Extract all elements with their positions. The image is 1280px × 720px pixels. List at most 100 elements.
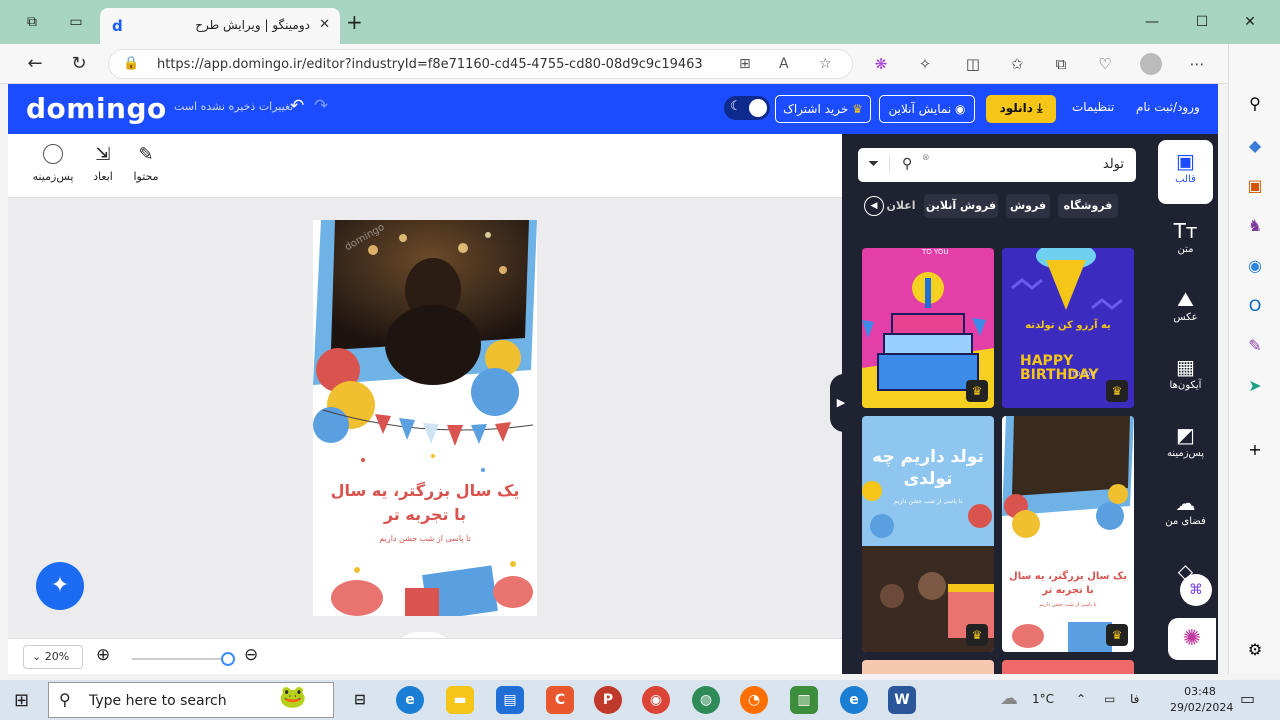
search-icon[interactable]: ⚲ xyxy=(902,156,912,172)
notifications-icon[interactable]: ▭ xyxy=(1240,689,1255,708)
microsoft365-icon[interactable]: ◉ xyxy=(1243,254,1267,278)
taskbar-search[interactable]: ⚲ Type here to search 🐸 xyxy=(48,682,334,718)
outlook-icon[interactable]: O xyxy=(1243,294,1267,318)
clear-search-icon[interactable]: ⊗ xyxy=(922,153,930,163)
dark-mode-toggle[interactable]: ☾ xyxy=(724,96,770,120)
favorites-icon[interactable]: ✩ xyxy=(1006,54,1028,74)
close-tab-icon[interactable]: ✕ xyxy=(319,17,330,32)
nav-template[interactable]: ▣ قالب xyxy=(1158,140,1213,204)
taskbar-clock[interactable]: 03:48 29/02/2024 xyxy=(1170,684,1233,716)
language-indicator[interactable]: فا xyxy=(1130,692,1139,706)
chip-announcement[interactable]: اعلان xyxy=(886,194,916,218)
background-tool[interactable]: پس‌زمینه xyxy=(28,144,78,183)
refresh-button[interactable]: ↻ xyxy=(68,53,90,75)
search-input[interactable]: تولد xyxy=(1103,157,1124,172)
lock-icon[interactable]: 🔒 xyxy=(123,56,139,71)
redo-icon[interactable]: ↷ xyxy=(314,96,328,116)
address-bar[interactable]: 🔒 https://app.domingo.ir/editor?industry… xyxy=(108,49,853,79)
design-subline[interactable]: تا پاسی از شب جشن داریم xyxy=(313,534,537,543)
filter-icon[interactable]: ⏷ xyxy=(868,156,891,172)
buy-subscription-button[interactable]: ♛ خرید اشتراک xyxy=(775,95,871,123)
content-tool[interactable]: ✎ محتوا xyxy=(121,144,171,183)
app-available-icon[interactable]: ⊞ xyxy=(739,56,751,72)
extension-colorful-icon[interactable]: ❋ xyxy=(870,54,892,74)
template-thumb-selected-design[interactable]: یک سال بزرگتر، یه سال با تجربه تر تا پاس… xyxy=(1002,416,1134,652)
split-screen-icon[interactable]: ◫ xyxy=(962,54,984,74)
maximize-button[interactable]: ☐ xyxy=(1192,12,1212,32)
games-icon[interactable]: ♞ xyxy=(1243,214,1267,238)
back-button[interactable]: ← xyxy=(24,53,46,75)
profile-avatar[interactable] xyxy=(1140,53,1162,75)
template-thumb-icecream[interactable]: یه آرزو کن تولدته HAPPY BIRTHDAY TO YOU … xyxy=(1002,248,1134,408)
nav-background[interactable]: ◩ پس‌زمینه xyxy=(1158,422,1213,459)
login-link[interactable]: ورود/ثبت نام xyxy=(1136,100,1200,114)
send-icon[interactable]: ➤ xyxy=(1243,374,1267,398)
template-thumb-cake[interactable]: TO YOU ♛ xyxy=(862,248,994,408)
toolbox-icon[interactable]: ▣ xyxy=(1243,174,1267,198)
edge-profile-icon[interactable]: e xyxy=(840,686,868,714)
browser-essentials-icon[interactable]: ♡ xyxy=(1094,54,1116,74)
domingo-logo[interactable]: domingo xyxy=(26,92,167,125)
temperature[interactable]: 1°C xyxy=(1032,692,1054,706)
collapse-panel-button[interactable]: ▶ xyxy=(830,374,852,432)
extensions-icon[interactable]: ✧ xyxy=(914,54,936,74)
minimize-button[interactable]: — xyxy=(1142,12,1162,32)
undo-icon[interactable]: ↶ xyxy=(290,96,304,116)
nav-text[interactable]: Tт متن xyxy=(1158,218,1213,255)
chip-sales[interactable]: فروش xyxy=(1006,194,1050,218)
zoom-select[interactable]: ⌄ 20% xyxy=(23,645,83,669)
template-thumb-party[interactable]: تولد داریم چه تولدی تا پاسی از شب جشن دا… xyxy=(862,416,994,652)
zoom-out-icon[interactable]: ⊖ xyxy=(244,645,258,665)
chip-online-sales[interactable]: فروش آنلاین xyxy=(924,194,998,218)
store-icon[interactable]: ▤ xyxy=(496,686,524,714)
settings-link[interactable]: تنظیمات xyxy=(1072,100,1114,114)
chips-scroll-left-icon[interactable]: ◀ xyxy=(864,196,884,216)
design-headline-1[interactable]: یک سال بزرگتر، یه سال xyxy=(313,480,537,502)
nav-icons[interactable]: ▦ آیکون‌ها xyxy=(1158,354,1213,391)
collections-icon[interactable]: ⧉ xyxy=(1050,54,1072,74)
zoom-slider-thumb[interactable] xyxy=(221,652,235,666)
new-tab-button[interactable]: + xyxy=(346,12,363,32)
tag-icon[interactable]: ◆ xyxy=(1243,134,1267,158)
sidebar-settings-icon[interactable]: ⚙ xyxy=(1243,638,1267,662)
windows-start-icon[interactable]: ⊞ xyxy=(14,690,29,711)
app-p-icon[interactable]: P xyxy=(594,686,622,714)
design-canvas[interactable]: یک سال بزرگتر، یه سال با تجربه تر تا پاس… xyxy=(313,220,537,616)
design-headline-2[interactable]: با تجربه تر xyxy=(313,504,537,526)
tab-actions-icon[interactable]: ▭ xyxy=(66,12,86,32)
chip-store[interactable]: فروشگاه xyxy=(1058,194,1118,218)
search-icon[interactable]: ⚲ xyxy=(1243,92,1267,116)
browser-tab[interactable]: d دومینگو | ویرایش طرح ✕ xyxy=(100,8,340,44)
chrome-icon[interactable]: ◉ xyxy=(642,686,670,714)
nav-my-space[interactable]: ☁ فضای من xyxy=(1158,490,1213,527)
workspaces-icon[interactable]: ⧉ xyxy=(22,12,42,32)
close-window-button[interactable]: ✕ xyxy=(1240,12,1260,32)
url-text[interactable]: https://app.domingo.ir/editor?industryId… xyxy=(157,57,703,72)
zoom-slider[interactable] xyxy=(132,652,235,666)
add-sidebar-app-icon[interactable]: + xyxy=(1243,438,1267,462)
template-thumb-partial[interactable] xyxy=(862,660,994,674)
word-icon[interactable]: W xyxy=(888,686,916,714)
read-aloud-icon[interactable]: A xyxy=(779,56,789,72)
zoom-in-icon[interactable]: ⊕ xyxy=(96,645,110,665)
nav-image[interactable]: ⛰ عکس xyxy=(1158,286,1213,323)
template-search[interactable]: ⏷ ⚲ ⊗ تولد xyxy=(858,148,1136,182)
ai-assistant-icon[interactable]: ✺ xyxy=(1168,618,1216,660)
designer-icon[interactable]: ✎ xyxy=(1243,334,1267,358)
template-thumb-partial[interactable] xyxy=(1002,660,1134,674)
edge-browser-icon[interactable]: e xyxy=(396,686,424,714)
more-menu-icon[interactable]: ⋯ xyxy=(1186,54,1208,74)
weather-cloud-icon[interactable]: ☁ xyxy=(1000,688,1018,709)
firefox-icon[interactable]: ◔ xyxy=(740,686,768,714)
chevron-up-icon[interactable]: ⌃ xyxy=(1076,692,1086,706)
magic-wand-button[interactable]: ✦ xyxy=(36,562,84,610)
download-button[interactable]: ⤓ دانلود xyxy=(986,95,1056,123)
globe-app-icon[interactable]: ◍ xyxy=(692,686,720,714)
translate-icon[interactable]: ⌘ xyxy=(1180,574,1212,606)
app-green-icon[interactable]: ▥ xyxy=(790,686,818,714)
network-icon[interactable]: ▭ xyxy=(1104,692,1115,706)
task-view-icon[interactable]: ⊟ xyxy=(346,686,374,714)
file-explorer-icon[interactable]: ▬ xyxy=(446,686,474,714)
app-c-icon[interactable]: C xyxy=(546,686,574,714)
favorite-star-icon[interactable]: ☆ xyxy=(819,56,832,72)
